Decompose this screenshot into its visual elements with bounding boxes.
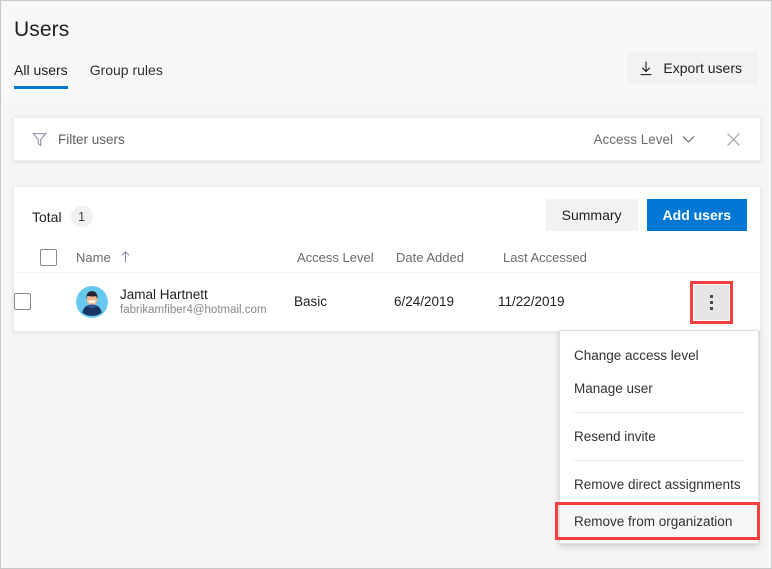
- row-date-added: 6/24/2019: [394, 294, 455, 310]
- chevron-down-icon: [682, 135, 695, 143]
- total-label: Total: [32, 208, 62, 225]
- row-menu-highlight: [690, 280, 733, 324]
- row-more-actions-button[interactable]: [693, 283, 730, 321]
- row-select-cell: [14, 272, 72, 331]
- toolbar-actions: Summary Add users: [545, 199, 747, 231]
- table-header-row: Name Access Level Date Added Last Access…: [14, 243, 762, 272]
- column-header-last-accessed-label: Last Accessed: [503, 249, 587, 265]
- row-user-cell: Jamal Hartnett fabrikamfiber4@hotmail.co…: [72, 272, 294, 331]
- page-title: Users: [14, 18, 70, 41]
- tab-all-users-label: All users: [14, 62, 68, 78]
- access-level-dropdown[interactable]: Access Level: [591, 128, 697, 151]
- page-header: Users All users Group rules Export users: [2, 2, 771, 103]
- tab-group-rules[interactable]: Group rules: [90, 62, 163, 89]
- users-table-body: Jamal Hartnett fabrikamfiber4@hotmail.co…: [14, 272, 762, 331]
- select-all-checkbox[interactable]: [40, 248, 57, 266]
- column-header-access-level[interactable]: Access Level: [294, 243, 394, 272]
- user-name: Jamal Hartnett: [120, 287, 208, 303]
- summary-button[interactable]: Summary: [545, 199, 638, 231]
- column-header-date-added[interactable]: Date Added: [394, 243, 498, 272]
- menu-divider: [574, 460, 744, 461]
- grid-toolbar: Total 1 Summary Add users: [14, 187, 760, 243]
- menu-item-remove-direct-assignments[interactable]: Remove direct assignments: [560, 468, 758, 501]
- close-icon: [727, 132, 740, 146]
- column-header-last-accessed[interactable]: Last Accessed: [498, 243, 628, 272]
- users-table-head: Name Access Level Date Added Last Access…: [14, 243, 762, 272]
- avatar: [76, 285, 108, 318]
- row-last-accessed: 11/22/2019: [498, 294, 565, 310]
- menu-item-change-access-level[interactable]: Change access level: [560, 339, 758, 372]
- export-users-label: Export users: [663, 60, 742, 76]
- more-vertical-icon-dot: [710, 294, 713, 298]
- column-header-name-label: Name: [76, 249, 111, 265]
- filter-users-input[interactable]: [58, 131, 592, 147]
- users-table: Name Access Level Date Added Last Access…: [14, 243, 762, 331]
- more-vertical-icon-dot: [710, 306, 713, 310]
- more-vertical-icon-dot: [710, 300, 713, 304]
- users-grid-card: Total 1 Summary Add users Name Access Le…: [13, 186, 762, 332]
- column-header-access-level-label: Access Level: [297, 249, 374, 265]
- column-header-actions: [628, 243, 762, 272]
- users-page: Users All users Group rules Export users…: [0, 0, 772, 569]
- row-select-checkbox[interactable]: [14, 293, 31, 311]
- funnel-icon: [32, 132, 47, 146]
- row-access-level: Basic: [294, 294, 328, 310]
- menu-item-manage-user[interactable]: Manage user: [560, 372, 758, 405]
- menu-item-remove-from-organization[interactable]: Remove from organization: [560, 505, 758, 537]
- filter-close-button[interactable]: [723, 129, 744, 150]
- row-actions-cell: [628, 272, 762, 331]
- row-context-menu: Change access level Manage user Resend i…: [555, 330, 760, 544]
- export-users-button[interactable]: Export users: [627, 52, 758, 84]
- user-email: fabrikamfiber4@hotmail.com: [120, 304, 267, 317]
- table-row[interactable]: Jamal Hartnett fabrikamfiber4@hotmail.co…: [14, 272, 762, 331]
- download-icon: [641, 61, 652, 75]
- tabstrip: All users Group rules: [14, 62, 163, 89]
- select-all-header: [14, 243, 72, 272]
- tab-group-rules-label: Group rules: [89, 62, 163, 78]
- column-header-date-added-label: Date Added: [396, 249, 464, 265]
- filter-bar: Access Level: [13, 117, 761, 161]
- column-header-name[interactable]: Name: [72, 243, 294, 272]
- menu-divider: [574, 412, 744, 413]
- total-count-badge: 1: [70, 206, 93, 227]
- menu-item-remove-from-organization-wrapper: Remove from organization: [555, 502, 760, 540]
- access-level-dropdown-label: Access Level: [593, 131, 673, 147]
- total-group: Total 1: [32, 206, 93, 227]
- menu-item-resend-invite[interactable]: Resend invite: [560, 420, 758, 453]
- add-users-button[interactable]: Add users: [646, 199, 747, 231]
- arrow-up-icon: [121, 251, 130, 263]
- tab-all-users[interactable]: All users: [14, 62, 68, 89]
